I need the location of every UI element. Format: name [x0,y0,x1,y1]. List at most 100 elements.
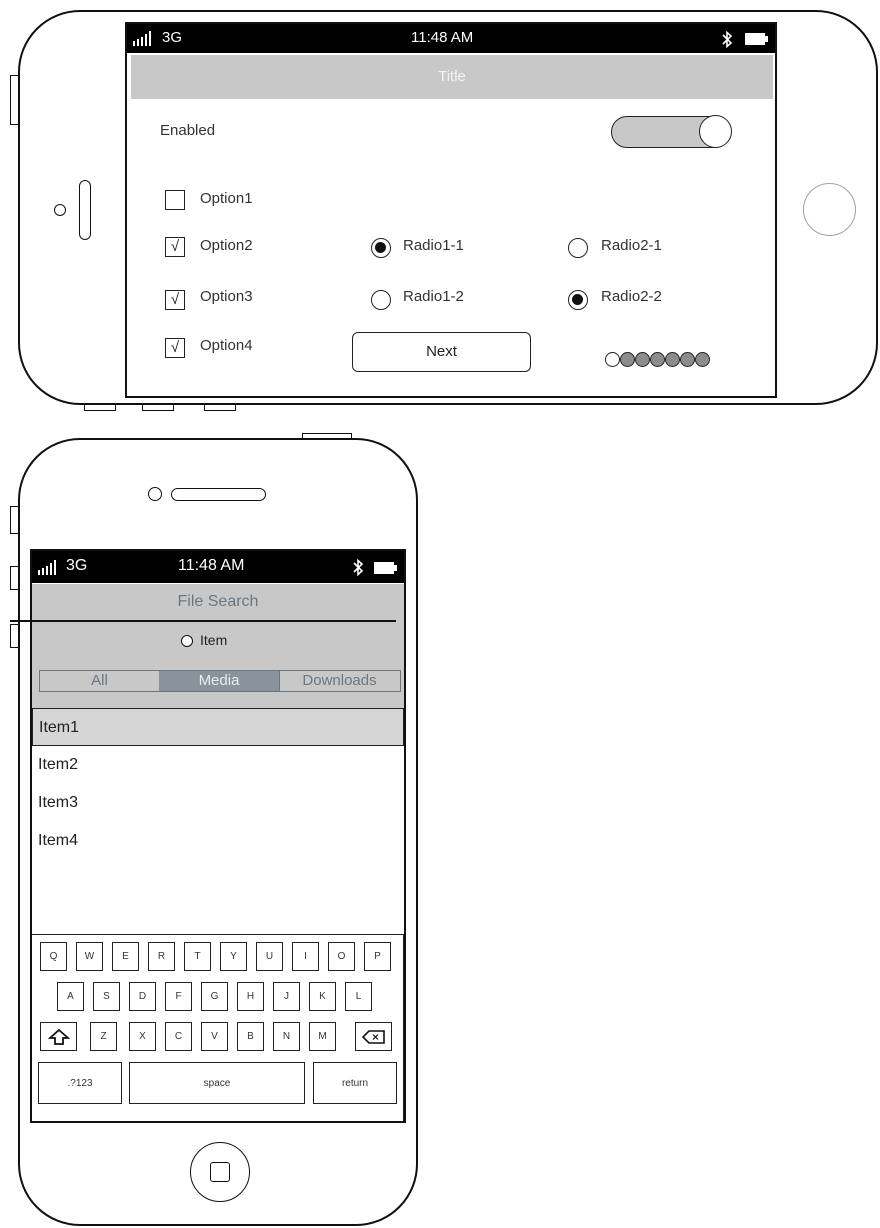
return-key[interactable]: return [313,1062,397,1104]
key-d[interactable]: D [129,982,156,1011]
key-z[interactable]: Z [90,1022,117,1051]
enabled-toggle[interactable] [611,115,732,148]
key-k[interactable]: K [309,982,336,1011]
option2-checkbox[interactable]: √ [165,237,185,257]
status-bar: 3G 11:48 AM [127,24,775,53]
battery-icon [374,562,394,574]
tab-all[interactable]: All [40,671,159,691]
signal-strength-icon [38,560,64,575]
key-u[interactable]: U [256,942,283,971]
list-item[interactable]: Item1 [32,708,404,746]
clock-label: 11:48 AM [178,557,245,574]
key-q[interactable]: Q [40,942,67,971]
item-list: Item1 Item2 Item3 Item4 [32,708,404,936]
bluetooth-icon [722,31,733,48]
clock-label: 11:48 AM [411,29,474,46]
key-e[interactable]: E [112,942,139,971]
key-m[interactable]: M [309,1022,336,1051]
key-n[interactable]: N [273,1022,300,1051]
next-button[interactable]: Next [352,332,531,372]
shift-key[interactable] [40,1022,77,1051]
key-v[interactable]: V [201,1022,228,1051]
radio2-1[interactable] [568,238,588,258]
page-title: File Search [177,593,259,610]
page-dot[interactable] [620,352,635,367]
camera-icon [148,487,162,501]
search-input[interactable] [10,620,396,622]
option3-label: Option3 [200,288,253,305]
key-y[interactable]: Y [220,942,247,971]
key-h[interactable]: H [237,982,264,1011]
camera-icon [54,204,66,216]
option2-label: Option2 [200,237,253,254]
list-item[interactable]: Item2 [32,746,404,784]
search-header: File Search Item All Media Downloads [10,584,404,708]
key-i[interactable]: I [292,942,319,971]
list-item[interactable]: Item4 [32,822,404,860]
battery-icon [745,33,765,45]
signal-strength-icon [133,31,159,46]
search-option-radio[interactable] [181,635,193,647]
radio2-1-label: Radio2-1 [601,237,662,254]
key-w[interactable]: W [76,942,103,971]
speaker-slot-icon [79,180,91,240]
option4-label: Option4 [200,337,253,354]
key-t[interactable]: T [184,942,211,971]
backspace-key[interactable] [355,1022,392,1051]
carrier-label: 3G [66,557,88,574]
radio1-2-label: Radio1-2 [403,288,464,305]
key-b[interactable]: B [237,1022,264,1051]
key-s[interactable]: S [93,982,120,1011]
key-c[interactable]: C [165,1022,192,1051]
option1-label: Option1 [200,190,253,207]
backspace-icon [361,1029,385,1044]
page-indicator[interactable] [605,352,735,368]
shift-icon [47,1028,70,1045]
battery-tip-icon [394,565,397,571]
page-dot[interactable] [695,352,710,367]
keyboard: Q W E R T Y U I O P A S D F G H J K L Z [32,934,404,1121]
tab-media[interactable]: Media [159,671,279,691]
option3-checkbox[interactable]: √ [165,290,185,310]
battery-tip-icon [765,36,768,42]
key-a[interactable]: A [57,982,84,1011]
page-dot[interactable] [665,352,680,367]
key-g[interactable]: G [201,982,228,1011]
home-button[interactable] [190,1142,250,1202]
radio1-1[interactable] [371,238,391,258]
option4-checkbox[interactable]: √ [165,338,185,358]
carrier-label: 3G [162,29,183,46]
numbers-key[interactable]: .?123 [38,1062,122,1104]
page-dot[interactable] [650,352,665,367]
key-l[interactable]: L [345,982,372,1011]
key-f[interactable]: F [165,982,192,1011]
key-j[interactable]: J [273,982,300,1011]
tab-downloads[interactable]: Downloads [279,671,399,691]
page-dot[interactable] [605,352,620,367]
bluetooth-icon [353,559,364,576]
list-item[interactable]: Item3 [32,784,404,822]
status-bar: 3G 11:48 AM [32,551,404,583]
landscape-screen: 3G 11:48 AM Title Enabled Option1 √ Opti… [125,22,777,398]
home-button[interactable] [803,183,856,236]
page-dot[interactable] [635,352,650,367]
key-x[interactable]: X [129,1022,156,1051]
speaker-slot-icon [171,488,266,501]
radio1-1-label: Radio1-1 [403,237,464,254]
search-option-label: Item [200,632,228,648]
key-r[interactable]: R [148,942,175,971]
key-o[interactable]: O [328,942,355,971]
radio1-2[interactable] [371,290,391,310]
radio2-2[interactable] [568,290,588,310]
home-square-icon [210,1162,230,1182]
option1-checkbox[interactable] [165,190,185,210]
radio2-2-label: Radio2-2 [601,288,662,305]
page-title: Title [131,55,773,99]
page-dot[interactable] [680,352,695,367]
key-p[interactable]: P [364,942,391,971]
portrait-screen: 3G 11:48 AM File Search Item All Media D… [10,549,406,1123]
segmented-tabs: All Media Downloads [39,670,401,692]
space-key[interactable]: space [129,1062,305,1104]
toggle-label: Enabled [160,122,216,139]
toggle-knob [699,115,732,148]
